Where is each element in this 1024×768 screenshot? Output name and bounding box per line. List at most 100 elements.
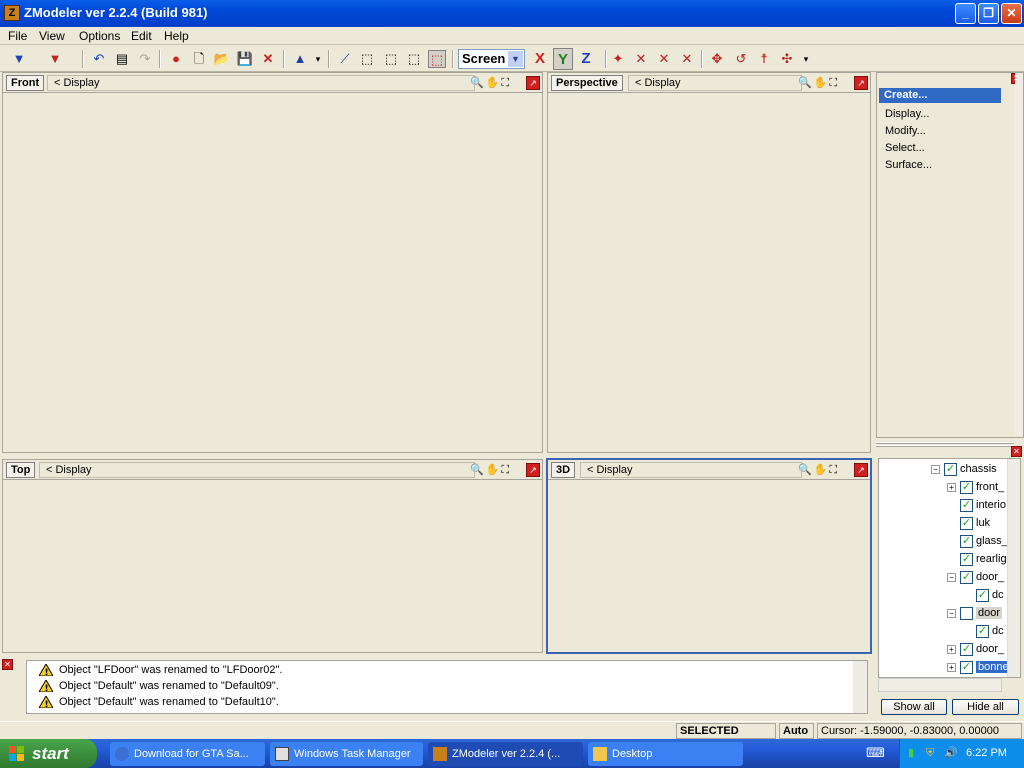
pan-hand-icon[interactable]: ✋ (814, 77, 830, 89)
import-icon[interactable]: ▼ (10, 50, 28, 68)
chevron-down-icon[interactable]: ▾ (797, 50, 815, 68)
menu-options[interactable]: Options (79, 29, 120, 43)
tree-node-label[interactable]: dc (992, 589, 1004, 601)
viewport-3d[interactable]: 3D < Display 🔍✋⛶ ↗ (546, 458, 872, 654)
visibility-checkbox[interactable]: ✓ (976, 588, 989, 602)
zoom-extents-icon[interactable]: ⛶ (829, 464, 839, 476)
command-create[interactable]: Create... (879, 88, 1001, 103)
viewport-title[interactable]: Top (6, 462, 36, 478)
tree-node[interactable]: ✓ luk (960, 515, 990, 531)
figure-icon[interactable]: ☨ (755, 50, 773, 68)
pan-hand-icon[interactable]: ✋ (486, 77, 502, 89)
display-dropdown[interactable]: < Display (580, 462, 802, 478)
tree-expander[interactable]: − (931, 464, 940, 474)
axis-scale-icon[interactable]: ✕ (678, 50, 696, 68)
tree-expander[interactable]: + (947, 644, 956, 654)
redo-icon[interactable]: ↷ (136, 50, 154, 68)
title-bar[interactable]: Z ZModeler ver 2.2.4 (Build 981) _ ❐ ✕ (0, 0, 1024, 27)
tree-expander[interactable]: − (947, 608, 956, 618)
paint-icon[interactable]: ✦ (609, 50, 627, 68)
chevron-down-icon[interactable]: ▾ (309, 50, 327, 68)
tree-node-label[interactable]: glass_ (976, 535, 1008, 547)
visibility-checkbox[interactable]: ✓ (960, 480, 973, 494)
start-button[interactable]: start (0, 739, 97, 768)
tray-app-icon[interactable]: ▮ (908, 739, 914, 768)
taskbar-item[interactable]: Download for GTA Sa... (110, 742, 265, 766)
log-scrollbar[interactable] (853, 661, 867, 713)
cube-solid-icon[interactable]: ⬚ (405, 50, 423, 68)
tree-node[interactable]: − ✓ chassis (931, 461, 997, 477)
zoom-icon[interactable]: 🔍 (798, 77, 814, 89)
visibility-checkbox[interactable]: ✓ (960, 498, 973, 512)
tree-expander[interactable]: − (947, 572, 956, 582)
auto-status[interactable]: Auto (779, 723, 814, 739)
cube-wire-icon[interactable]: ⬚ (382, 50, 400, 68)
display-dropdown[interactable]: < Display (39, 462, 475, 478)
hierarchy-tree[interactable]: − ✓ chassis + ✓ front_ ✓ interio ✓ luk ✓ glass_… (878, 458, 1021, 678)
menu-edit[interactable]: Edit (131, 29, 152, 43)
taskbar-item[interactable]: ZModeler ver 2.2.4 (... (428, 742, 583, 766)
tree-node-label[interactable]: luk (976, 517, 990, 529)
command-select[interactable]: Select... (885, 142, 925, 154)
undo-icon[interactable]: ↶ (90, 50, 108, 68)
tree-node[interactable]: + ✓ door_ (947, 641, 1004, 657)
display-dropdown[interactable]: < Display (628, 75, 802, 91)
tree-node-label[interactable]: dc (992, 625, 1004, 637)
axis-move-icon[interactable]: ✕ (632, 50, 650, 68)
keyboard-icon[interactable]: ⌨ (866, 744, 885, 762)
visibility-checkbox[interactable]: ✓ (960, 534, 973, 548)
move-icon[interactable]: ✥ (708, 50, 726, 68)
chevron-down-icon[interactable]: ▼ (508, 51, 523, 67)
transform-icon[interactable]: ✣ (778, 50, 796, 68)
zoom-icon[interactable]: 🔍 (470, 464, 486, 476)
tree-node[interactable]: + ✓ front_ (947, 479, 1004, 495)
zoom-extents-icon[interactable]: ⛶ (501, 77, 511, 89)
tree-node-label[interactable]: door (976, 607, 1003, 619)
tree-node[interactable]: ✓ dc (976, 587, 1004, 603)
zoom-extents-icon[interactable]: ⛶ (501, 464, 511, 476)
volume-icon[interactable]: 🔊 (944, 739, 958, 768)
new-file-icon[interactable]: 🗋 (190, 50, 208, 68)
maximize-viewport-icon[interactable]: ↗ (854, 76, 868, 90)
show-all-button[interactable]: Show all (881, 699, 947, 715)
export-icon[interactable]: ▼ (46, 50, 64, 68)
security-shield-icon[interactable]: ⛨ (926, 739, 934, 768)
axis-y-toggle[interactable]: Y (553, 48, 573, 70)
cone-icon[interactable]: ▲ (291, 50, 309, 68)
tree-node-label[interactable]: interio (976, 499, 1006, 511)
menu-help[interactable]: Help (164, 29, 189, 43)
tree-horizontal-scrollbar[interactable] (878, 678, 1002, 692)
delete-icon[interactable]: ✕ (259, 50, 277, 68)
visibility-checkbox[interactable]: ✓ (960, 642, 973, 656)
history-icon[interactable]: ▤ (113, 50, 131, 68)
minimize-button[interactable]: _ (955, 3, 976, 24)
coordinate-system-select[interactable]: Screen ▼ (458, 49, 525, 69)
close-button[interactable]: ✕ (1001, 3, 1022, 24)
viewport-title[interactable]: 3D (551, 462, 576, 478)
maximize-viewport-icon[interactable]: ↗ (526, 76, 540, 90)
clock[interactable]: 6:22 PM (966, 739, 1007, 768)
taskbar-item[interactable]: Desktop (588, 742, 743, 766)
visibility-checkbox[interactable]: ✓ (960, 552, 973, 566)
visibility-checkbox[interactable]: ✓ (944, 462, 957, 476)
visibility-checkbox[interactable]: ✓ (976, 624, 989, 638)
tree-node-label[interactable]: door_ (976, 571, 1004, 583)
restore-button[interactable]: ❐ (978, 3, 999, 24)
record-icon[interactable]: ● (167, 50, 185, 68)
rotate-icon[interactable]: ↺ (732, 50, 750, 68)
maximize-viewport-icon[interactable]: ↗ (526, 463, 540, 477)
tree-node-label[interactable]: chassis (960, 463, 997, 475)
command-surface[interactable]: Surface... (885, 159, 932, 171)
splitter-grip[interactable] (876, 442, 1014, 448)
tree-scrollbar[interactable] (1007, 459, 1020, 677)
visibility-checkbox[interactable]: ✓ (960, 570, 973, 584)
save-icon[interactable]: 💾 (236, 50, 254, 68)
viewport-title[interactable]: Perspective (551, 75, 623, 91)
close-panel-icon[interactable]: ✕ (1011, 446, 1022, 457)
hide-all-button[interactable]: Hide all (952, 699, 1019, 715)
tree-expander[interactable]: + (947, 482, 956, 492)
visibility-checkbox[interactable] (960, 606, 973, 620)
app-icon[interactable]: Z (4, 5, 20, 21)
command-display[interactable]: Display... (885, 108, 929, 120)
box-icon[interactable]: ⬚ (358, 50, 376, 68)
